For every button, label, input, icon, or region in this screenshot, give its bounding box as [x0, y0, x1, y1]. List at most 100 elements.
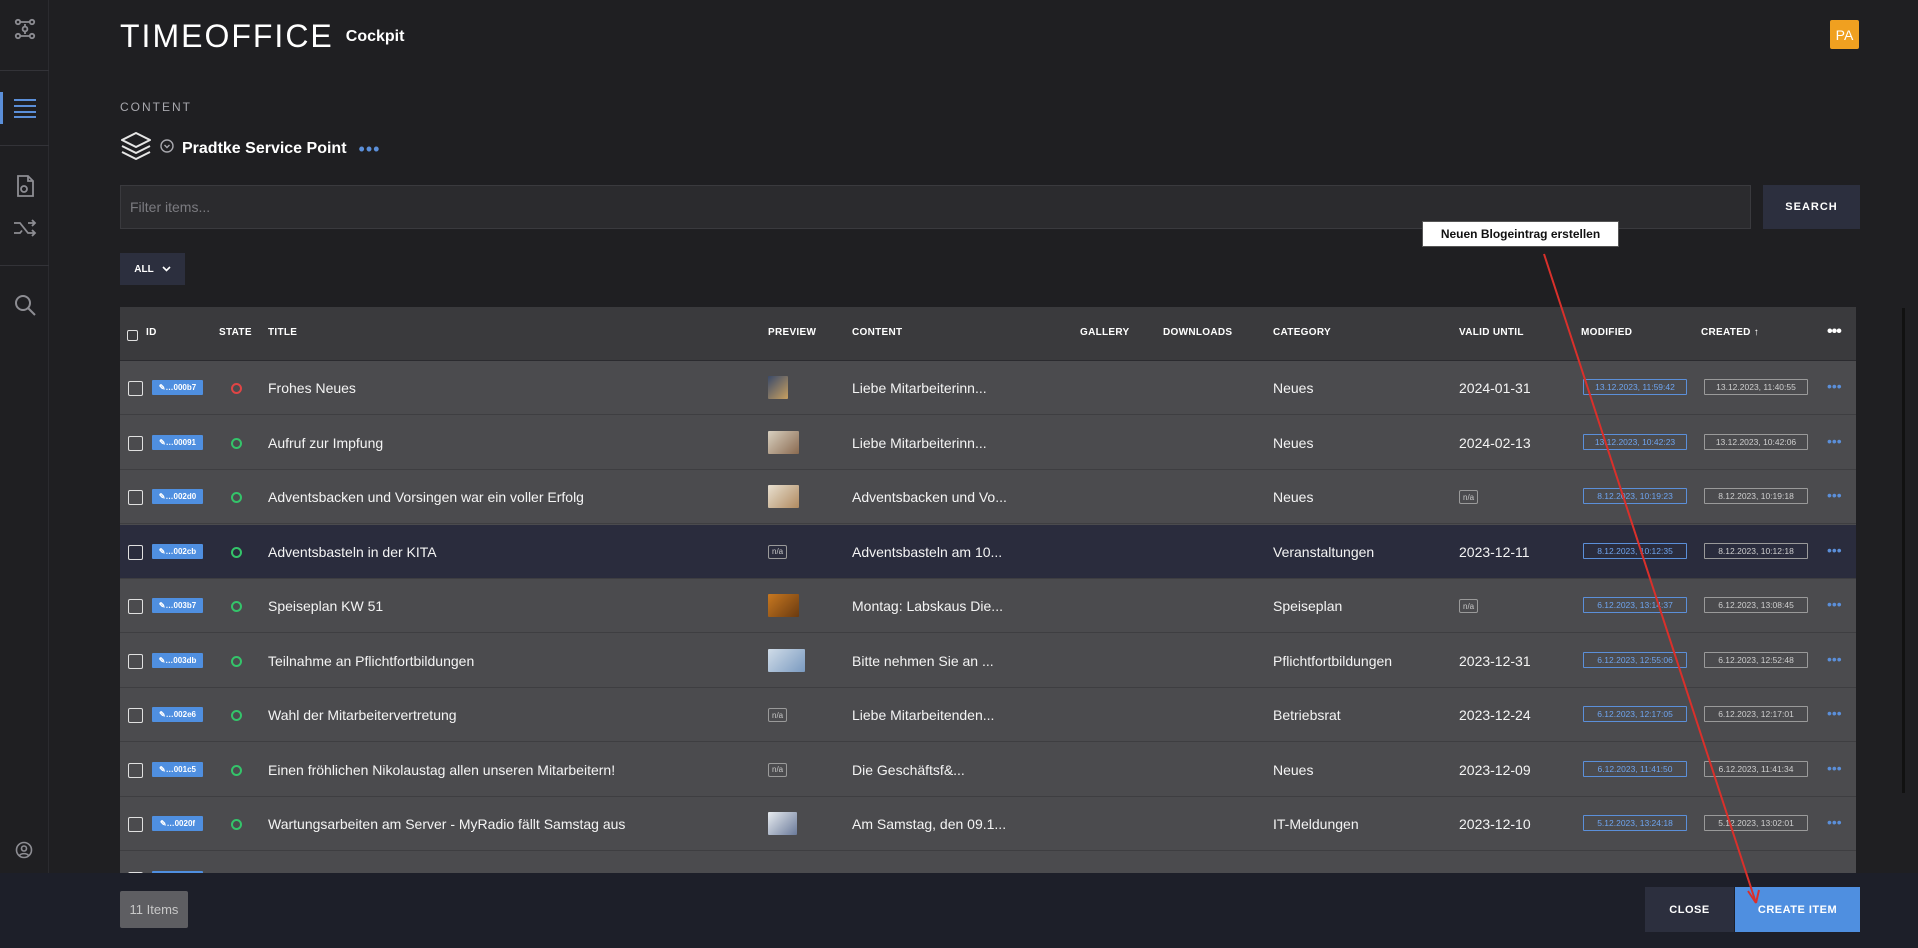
row-title[interactable]: Speiseplan KW 51: [268, 579, 758, 633]
row-preview-thumbnail[interactable]: [768, 430, 799, 454]
row-preview-thumbnail[interactable]: [768, 376, 788, 399]
row-state-indicator: [231, 764, 242, 776]
table-row[interactable]: ✎…003b7 Speiseplan KW 51 Montag: Labskaus …: [120, 579, 1856, 633]
row-valid-until: 2024-01-31: [1459, 380, 1531, 396]
row-title[interactable]: Frohes Neues: [268, 361, 758, 415]
row-title[interactable]: Wartungsarbeiten am Server - MyRadio fäl…: [268, 797, 758, 851]
column-title[interactable]: TITLE: [268, 327, 297, 338]
row-modified-date: 8.12.2023, 10:12:35: [1583, 542, 1687, 559]
row-id-badge[interactable]: ✎…00091: [152, 434, 203, 450]
row-more-button[interactable]: •••: [1827, 815, 1842, 829]
project-dropdown-icon[interactable]: [160, 139, 174, 158]
row-category: Betriebsrat: [1273, 707, 1341, 723]
row-id-badge[interactable]: ✎…002d0: [152, 489, 203, 504]
row-more-button[interactable]: •••: [1827, 379, 1842, 393]
row-more-button[interactable]: •••: [1827, 706, 1842, 720]
row-valid-until: 2023-12-11: [1459, 543, 1530, 560]
select-all-checkbox[interactable]: [127, 330, 138, 341]
row-id-badge[interactable]: ✎…0020f: [152, 816, 203, 831]
row-id-badge[interactable]: ✎…000b7: [152, 380, 203, 395]
row-state-indicator: [231, 546, 242, 558]
search-icon[interactable]: [12, 292, 38, 318]
user-avatar[interactable]: PA: [1830, 20, 1859, 49]
table-row[interactable]: ✎…00091 Aufruf zur Impfung Liebe Mitarbeit…: [120, 416, 1856, 470]
row-checkbox[interactable]: [128, 435, 143, 451]
row-checkbox[interactable]: [128, 762, 143, 778]
row-title[interactable]: Aufruf zur Impfung: [268, 416, 758, 470]
row-title[interactable]: Einen fröhlichen Nikolaustag allen unser…: [268, 743, 758, 797]
row-checkbox[interactable]: [128, 490, 143, 505]
row-modified-date: 13.12.2023, 10:42:23: [1583, 433, 1687, 450]
row-more-button[interactable]: •••: [1827, 761, 1842, 775]
row-more-button[interactable]: •••: [1827, 434, 1842, 448]
modules-icon[interactable]: [12, 16, 38, 42]
table-row[interactable]: ✎…001c5 Einen fröhlichen Nikolaustag alle…: [120, 743, 1856, 797]
table-options-button[interactable]: •••: [1827, 323, 1842, 341]
search-button[interactable]: SEARCH: [1763, 185, 1860, 229]
column-preview[interactable]: PREVIEW: [768, 327, 816, 338]
row-state-indicator: [231, 492, 242, 503]
column-category[interactable]: CATEGORY: [1273, 327, 1331, 338]
row-checkbox[interactable]: [128, 817, 143, 832]
row-more-button[interactable]: •••: [1827, 652, 1842, 666]
column-downloads[interactable]: DOWNLOADS: [1163, 327, 1232, 338]
row-id-badge[interactable]: ✎…001c5: [152, 761, 203, 777]
table-row[interactable]: ✎…0020f Wartungsarbeiten am Server - MyRa…: [120, 797, 1856, 851]
row-preview-thumbnail[interactable]: [768, 485, 799, 508]
row-checkbox[interactable]: [128, 381, 143, 396]
app-logo[interactable]: TIMEOFFICE: [120, 18, 334, 55]
row-preview-thumbnail[interactable]: [768, 812, 797, 835]
row-modified-date: 13.12.2023, 11:59:42: [1583, 379, 1687, 395]
row-title[interactable]: Wahl der Mitarbeitervertretung: [268, 688, 758, 742]
row-checkbox[interactable]: [128, 599, 143, 614]
column-content[interactable]: CONTENT: [852, 327, 902, 338]
row-checkbox[interactable]: [128, 544, 143, 560]
row-checkbox[interactable]: [128, 708, 143, 723]
item-count-badge: 11 Items: [120, 891, 188, 928]
row-title[interactable]: Adventsbacken und Vorsingen war ein voll…: [268, 470, 758, 524]
row-more-button[interactable]: •••: [1827, 488, 1842, 502]
row-id-badge[interactable]: ✎…003db: [152, 652, 203, 668]
row-created-date: 8.12.2023, 10:19:18: [1704, 488, 1808, 504]
table-row-partial[interactable]: [120, 852, 1856, 873]
row-id-badge[interactable]: ✎…003b7: [152, 598, 203, 613]
table-row[interactable]: ✎…003db Teilnahme an Pflichtfortbildungen…: [120, 634, 1856, 688]
sidebar: [0, 0, 49, 948]
row-preview-thumbnail[interactable]: [768, 648, 805, 672]
row-valid-until-na: n/a: [1459, 599, 1479, 613]
account-icon[interactable]: [14, 840, 34, 860]
column-created[interactable]: CREATED ↑: [1701, 327, 1759, 338]
column-state[interactable]: STATE: [219, 327, 252, 338]
assets-icon[interactable]: [12, 173, 38, 199]
row-checkbox[interactable]: [128, 653, 143, 669]
create-item-button[interactable]: CREATE ITEM: [1735, 887, 1860, 932]
row-title[interactable]: Adventsbasteln in der KITA: [268, 525, 758, 579]
row-more-button[interactable]: •••: [1827, 597, 1842, 611]
table-scrollbar[interactable]: [1902, 308, 1905, 793]
chevron-down-icon: [162, 264, 171, 275]
filter-all-dropdown[interactable]: ALL: [120, 253, 185, 285]
row-modified-date: 6.12.2023, 13:14:37: [1583, 597, 1687, 613]
row-content: Liebe Mitarbeiterinn...: [852, 380, 987, 396]
project-more-button[interactable]: •••: [359, 140, 381, 158]
column-id[interactable]: ID: [146, 327, 157, 338]
content-list-icon[interactable]: [12, 95, 38, 121]
table-row[interactable]: ✎…002cb Adventsbasteln in der KITA n/a Adve…: [120, 524, 1856, 579]
row-valid-until-na: n/a: [1459, 490, 1479, 504]
row-created-date: 6.12.2023, 12:52:48: [1704, 651, 1808, 668]
table-row[interactable]: ✎…002e6 Wahl der Mitarbeitervertretung n/a…: [120, 688, 1856, 742]
footer-bar: [0, 873, 1918, 948]
column-modified[interactable]: MODIFIED: [1581, 327, 1632, 338]
row-id-badge[interactable]: ✎…002cb: [152, 543, 203, 559]
table-row[interactable]: ✎…000b7 Frohes Neues Liebe Mitarbeiterinn.…: [120, 361, 1856, 415]
close-button[interactable]: CLOSE: [1645, 887, 1734, 932]
row-state-indicator: [231, 601, 242, 612]
column-gallery[interactable]: GALLERY: [1080, 327, 1130, 338]
row-more-button[interactable]: •••: [1827, 543, 1842, 557]
row-preview-thumbnail[interactable]: [768, 594, 799, 617]
table-row[interactable]: ✎…002d0 Adventsbacken und Vorsingen war e…: [120, 470, 1856, 524]
column-valid-until[interactable]: VALID UNTIL: [1459, 327, 1524, 338]
row-id-badge[interactable]: ✎…002e6: [152, 707, 203, 722]
row-title[interactable]: Teilnahme an Pflichtfortbildungen: [268, 634, 758, 688]
sync-icon[interactable]: [12, 215, 38, 241]
